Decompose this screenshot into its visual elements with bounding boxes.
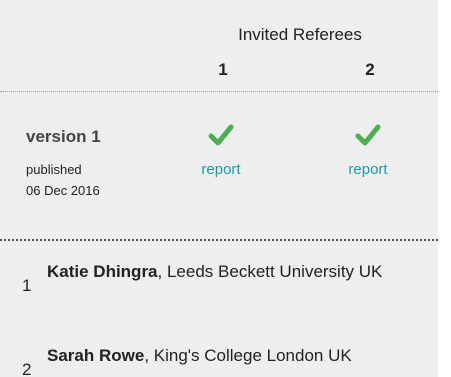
referee-number-2: 2 [365,60,375,79]
referee-status-panel: Invited Referees 1 2 version 1 published… [0,0,438,377]
referee-entry-2: Sarah Rowe, King's College London UK [47,338,432,373]
report-link-referee-1[interactable]: report [181,161,261,178]
referee-list-number: 1 [22,276,32,295]
checkmark-icon [355,124,381,146]
referee-list-divider [0,239,438,241]
referee-affiliation: , King's College London UK [144,346,352,365]
referee-header: Invited Referees 1 2 [0,0,438,90]
version-title: version 1 [26,127,101,146]
invited-referees-label: Invited Referees [238,25,362,44]
report-link-referee-2[interactable]: report [328,161,408,178]
referee-name: Sarah Rowe [47,346,145,365]
header-divider [0,91,438,92]
referee-list-number: 2 [22,360,32,377]
referee-affiliation: , Leeds Beckett University UK [157,262,383,281]
checkmark-icon [208,124,234,146]
published-date: 06 Dec 2016 [26,183,100,198]
referee-number-1: 1 [218,60,228,79]
referee-entry-1: Katie Dhingra, Leeds Beckett University … [47,254,432,289]
published-label: published [26,162,82,177]
referee-name: Katie Dhingra [47,262,158,281]
